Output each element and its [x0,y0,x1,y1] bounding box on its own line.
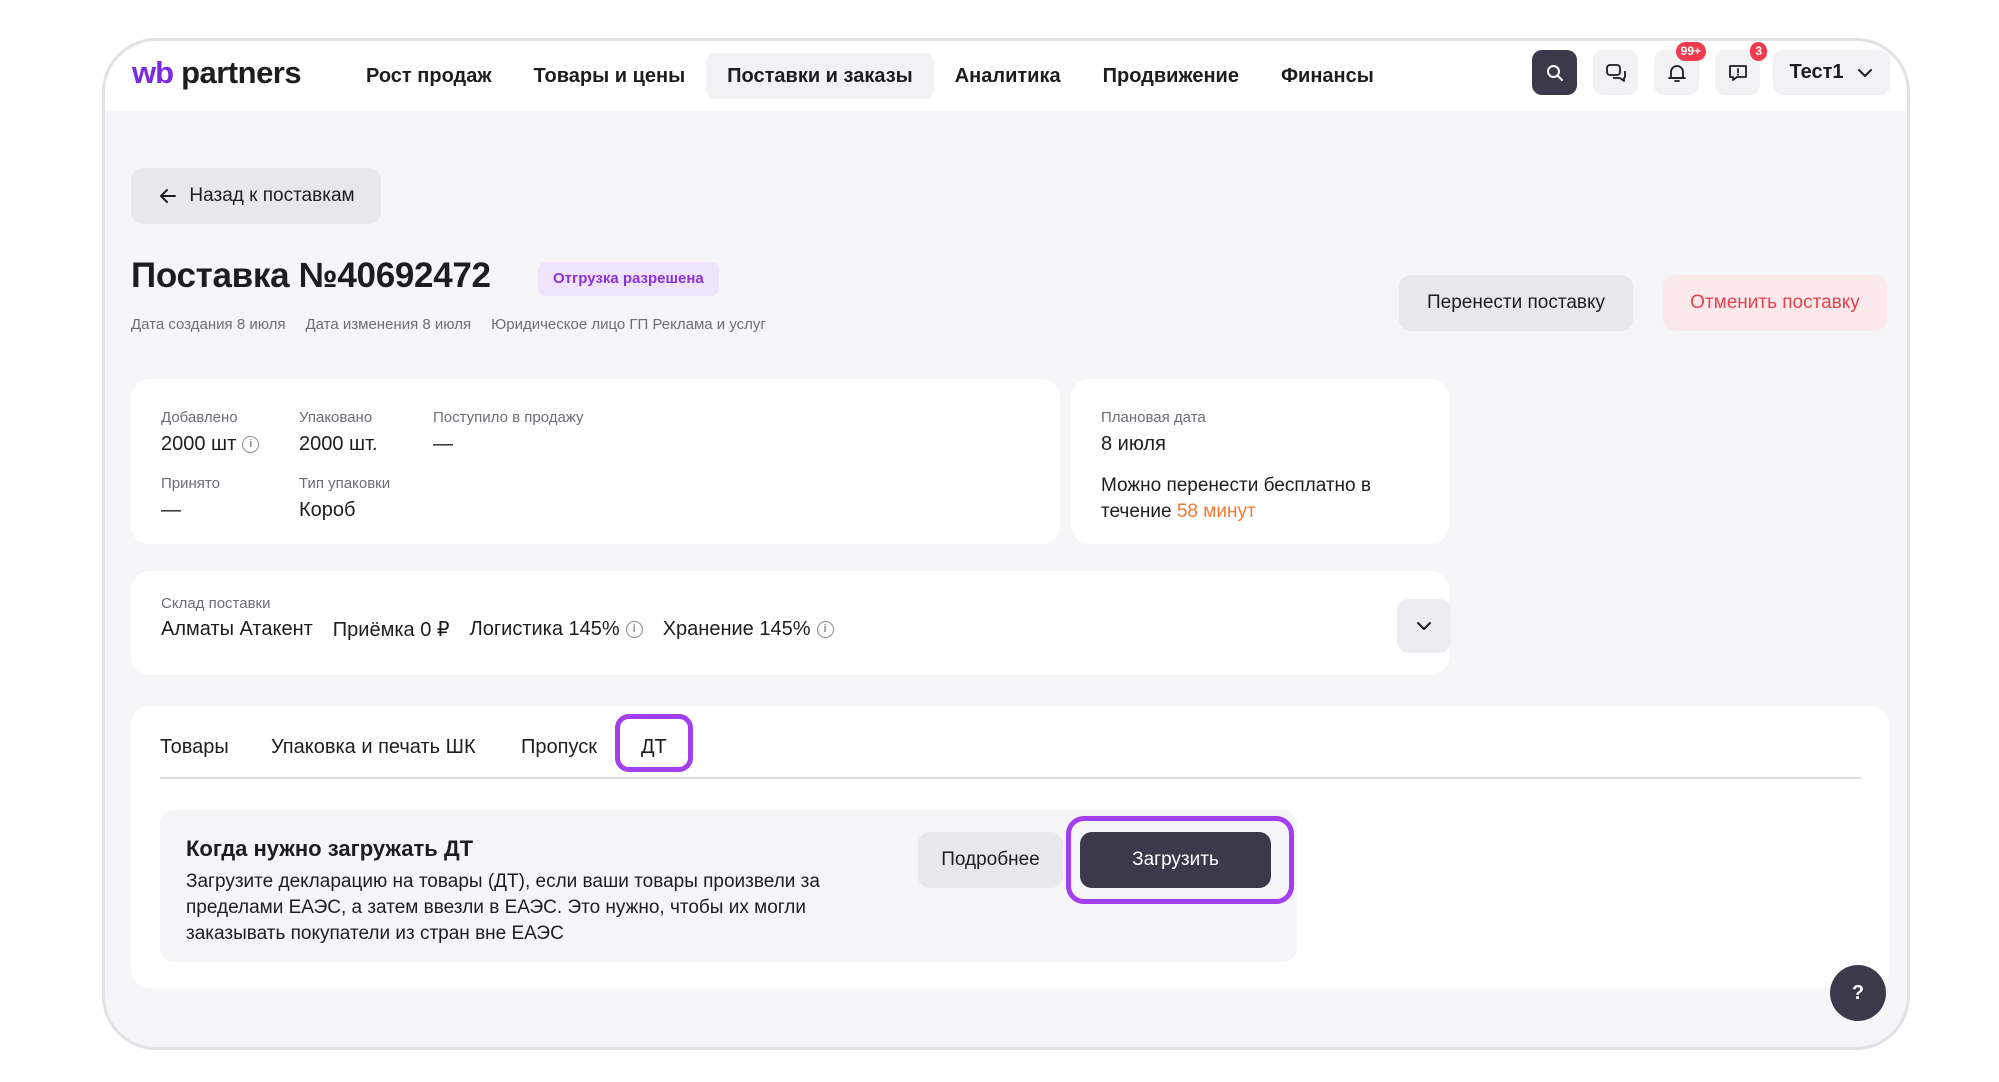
dt-description: Загрузите декларацию на товары (ДТ), есл… [186,871,820,944]
reschedule-note-line2: течение 58 минут [1101,499,1371,525]
top-navigation-bar: wb partners Рост продаж Товары и цены По… [105,41,1907,111]
info-icon[interactable]: i [625,621,643,638]
main-nav: Рост продаж Товары и цены Поставки и зак… [345,53,1395,99]
supply-meta: Дата создания 8 июля Дата изменения 8 ию… [131,316,766,333]
messages-badge: 3 [1750,42,1767,61]
search-icon [1546,64,1563,81]
upload-dt-button[interactable]: Загрузить [1080,832,1271,888]
info-icon[interactable]: i [242,436,260,453]
notifications-button[interactable]: 99+ [1654,42,1706,95]
warehouse-details: Алматы Атакент Приёмка 0 ₽ Логистика 145… [161,617,834,642]
tabs-card: Товары Упаковка и печать ШК Пропуск ДТ К… [131,706,1889,988]
user-menu[interactable]: Тест1 [1773,50,1890,95]
reschedule-note-line1: Можно перенести бесплатно в [1101,475,1371,496]
nav-item-finance[interactable]: Финансы [1260,53,1395,99]
planned-date-card: Плановая дата 8 июля Можно перенести бес… [1071,379,1449,544]
more-info-button[interactable]: Подробнее [918,832,1063,888]
search-button[interactable] [1532,50,1577,95]
chevron-down-icon [1857,68,1872,77]
supply-stats-card: Добавлено 2000 шт i Упаковано 2000 шт. П… [131,379,1060,544]
nav-item-analytics[interactable]: Аналитика [934,53,1082,99]
tabs-divider [160,777,1861,779]
storage-text: Хранение 145% [662,618,811,640]
status-badge: Отгрузка разрешена [538,262,719,296]
chevron-down-icon [1417,622,1431,630]
user-name: Тест1 [1789,61,1844,83]
pack-type-value: Короб [299,499,356,521]
changed-date: Дата изменения 8 июля [305,316,472,333]
added-value-text: 2000 шт [161,433,237,455]
bell-icon [1667,64,1686,82]
warehouse-label: Склад поставки [161,595,271,612]
back-to-supplies-button[interactable]: Назад к поставкам [131,168,381,224]
feedback-icon [1728,64,1747,81]
dt-info-panel: Когда нужно загружать ДТ Загрузите декла… [160,810,1297,962]
feedback-button[interactable]: 3 [1715,42,1767,95]
help-button[interactable]: ? [1830,965,1886,1021]
page-title: Поставка №40692472 [131,256,491,295]
logo-wb: wb [132,55,174,90]
packed-value: 2000 шт. [299,433,378,455]
created-date: Дата создания 8 июля [131,316,286,333]
logistics-text: Логистика 145% [469,618,620,640]
nav-item-promotion[interactable]: Продвижение [1082,53,1260,99]
logistics-coef: Логистика 145% i [470,618,643,641]
tab-dt-highlight [615,714,693,772]
storage-coef: Хранение 145% i [663,618,834,641]
nav-item-goods-prices[interactable]: Товары и цены [513,53,707,99]
reschedule-note: Можно перенести бесплатно в течение 58 м… [1101,473,1371,525]
arrow-left-icon [160,189,177,203]
info-icon[interactable]: i [816,621,834,638]
acceptance-cost: Приёмка 0 ₽ [332,619,450,641]
reschedule-supply-button[interactable]: Перенести поставку [1399,275,1633,331]
back-button-label: Назад к поставкам [189,185,355,206]
nav-item-sales-growth[interactable]: Рост продаж [345,53,513,99]
chat-button[interactable] [1593,50,1638,95]
tab-packing-barcodes[interactable]: Упаковка и печать ШК [271,736,476,759]
warehouse-card: Склад поставки Алматы Атакент Приёмка 0 … [131,571,1451,675]
added-value: 2000 шт i [161,433,260,456]
on-sale-value: — [433,433,453,455]
legal-entity: Юридическое лицо ГП Реклама и услуг [491,316,766,333]
logo-partners: partners [181,55,302,90]
planned-date-label: Плановая дата [1101,409,1206,426]
dt-title: Когда нужно загружать ДТ [186,836,474,861]
nav-item-supplies-orders[interactable]: Поставки и заказы [706,53,934,99]
on-sale-label: Поступило в продажу [433,409,584,426]
app-window: wb partners Рост продаж Товары и цены По… [102,38,1910,1050]
planned-date-value: 8 июля [1101,433,1166,455]
reschedule-time-left: 58 минут [1176,501,1256,522]
expand-warehouse-button[interactable] [1397,599,1451,653]
accepted-label: Принято [161,475,220,492]
notifications-badge: 99+ [1675,42,1706,61]
accepted-value: — [161,499,181,521]
reschedule-note-prefix: течение [1101,501,1172,522]
wb-partners-logo[interactable]: wb partners [132,55,302,95]
warehouse-name: Алматы Атакент [161,618,313,640]
chat-icon [1605,63,1626,82]
tab-pass[interactable]: Пропуск [521,736,597,759]
added-label: Добавлено [161,409,238,426]
tab-goods[interactable]: Товары [160,736,229,759]
cancel-supply-button[interactable]: Отменить поставку [1663,275,1887,331]
pack-type-label: Тип упаковки [299,475,391,492]
packed-label: Упаковано [299,409,373,426]
